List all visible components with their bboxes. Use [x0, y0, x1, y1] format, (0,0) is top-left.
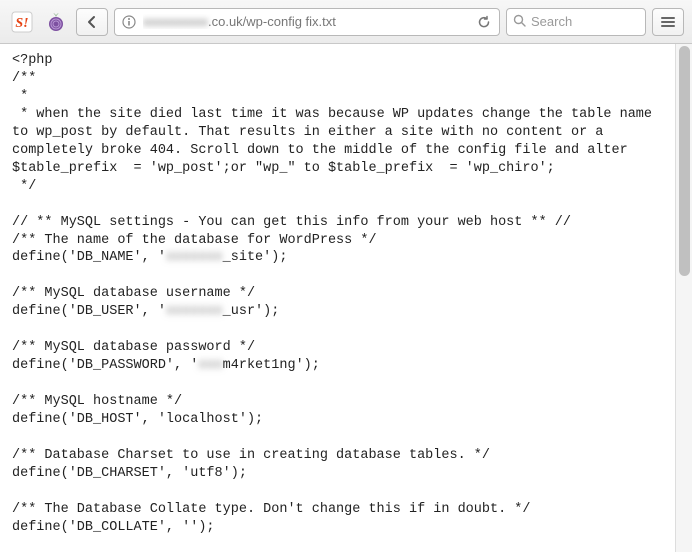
extension-stumbleupon-icon[interactable]: S!	[8, 8, 36, 36]
svg-text:S!: S!	[15, 16, 28, 31]
info-icon[interactable]	[121, 14, 137, 30]
scrollbar-thumb[interactable]	[679, 46, 690, 276]
vertical-scrollbar[interactable]	[675, 44, 692, 552]
code-text: <?php /** * * when the site died last ti…	[12, 52, 662, 552]
tor-onion-icon[interactable]	[42, 8, 70, 36]
search-icon	[513, 14, 526, 30]
url-text: xxxxxxxxxx.co.uk/wp-config fix.txt	[143, 14, 469, 29]
reload-button[interactable]	[475, 13, 493, 31]
search-bar[interactable]	[506, 8, 646, 36]
search-input[interactable]	[531, 14, 639, 29]
back-button[interactable]	[76, 8, 108, 36]
page-viewport: <?php /** * * when the site died last ti…	[0, 44, 674, 552]
url-bar[interactable]: xxxxxxxxxx.co.uk/wp-config fix.txt	[114, 8, 500, 36]
browser-toolbar: S! xxxxxxxxxx.co.uk/wp-config fix.txt	[0, 0, 692, 44]
hamburger-menu-button[interactable]	[652, 8, 684, 36]
document-content: <?php /** * * when the site died last ti…	[0, 44, 674, 552]
